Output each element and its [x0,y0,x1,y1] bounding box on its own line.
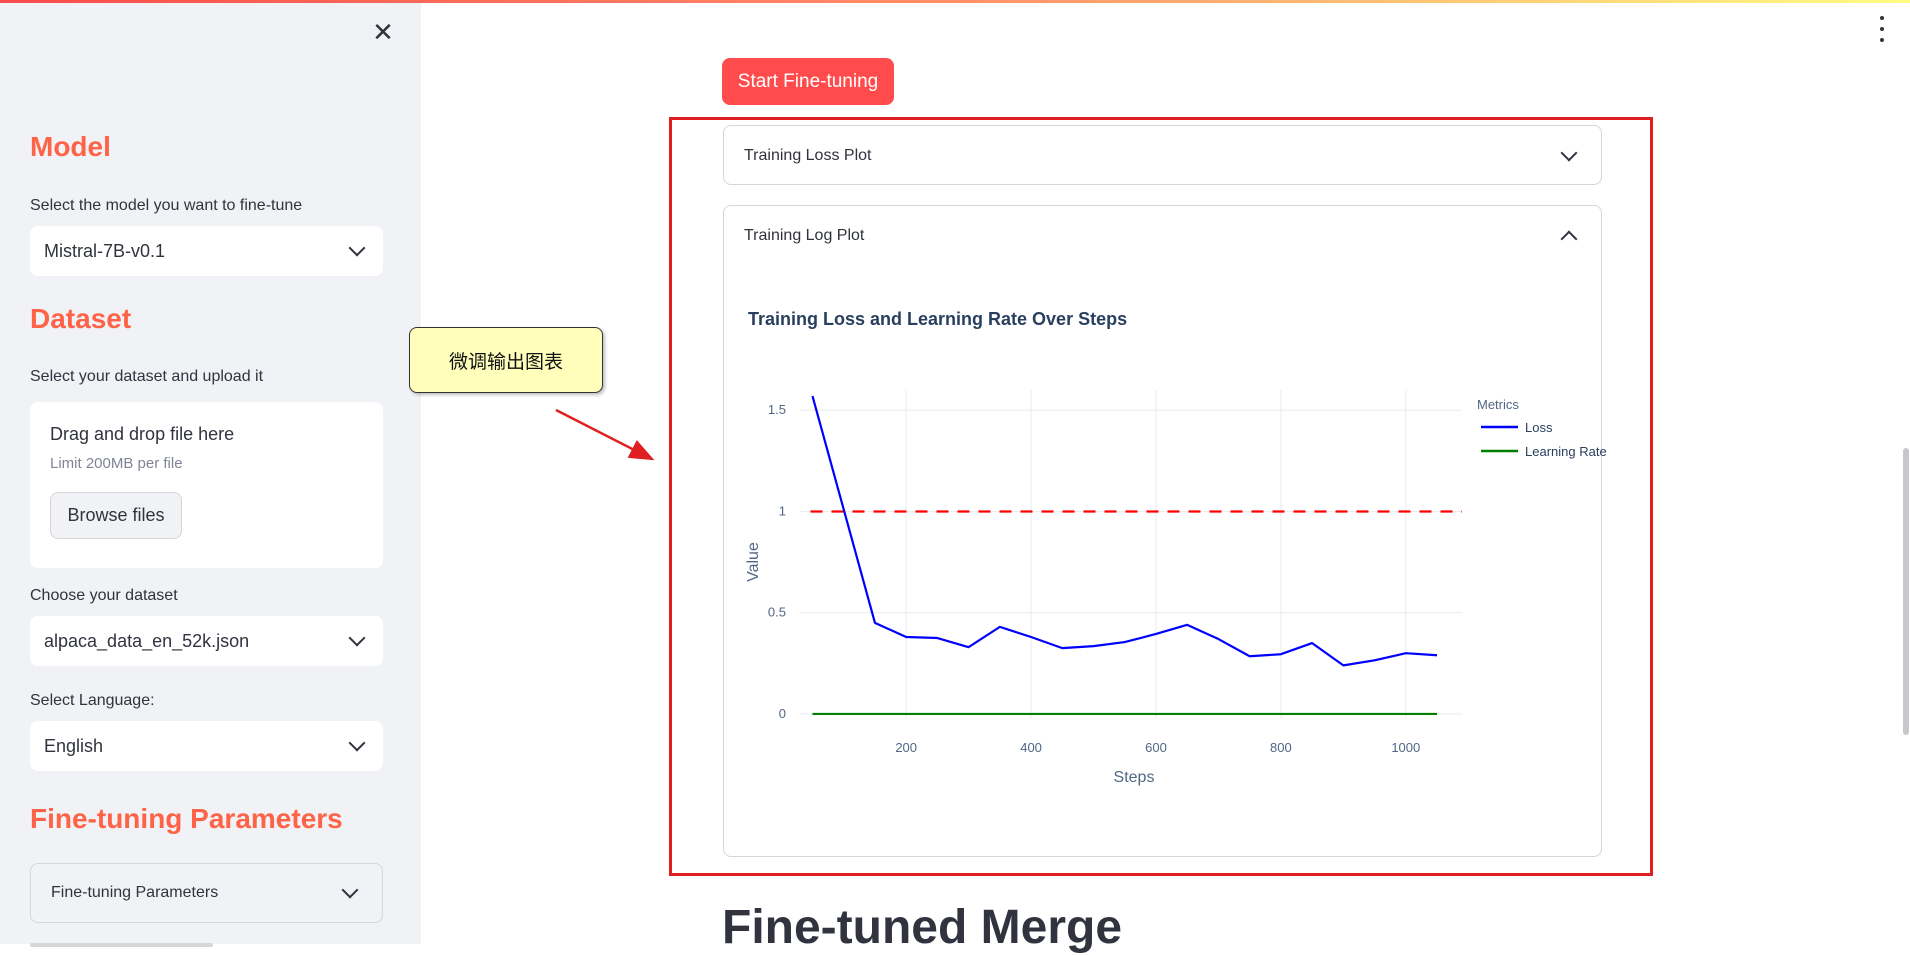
merge-heading: Fine-tuned Merge [722,901,1123,954]
scrollbar[interactable] [1903,448,1909,735]
arrow-line [555,408,655,461]
annotation-arrow [555,408,655,461]
